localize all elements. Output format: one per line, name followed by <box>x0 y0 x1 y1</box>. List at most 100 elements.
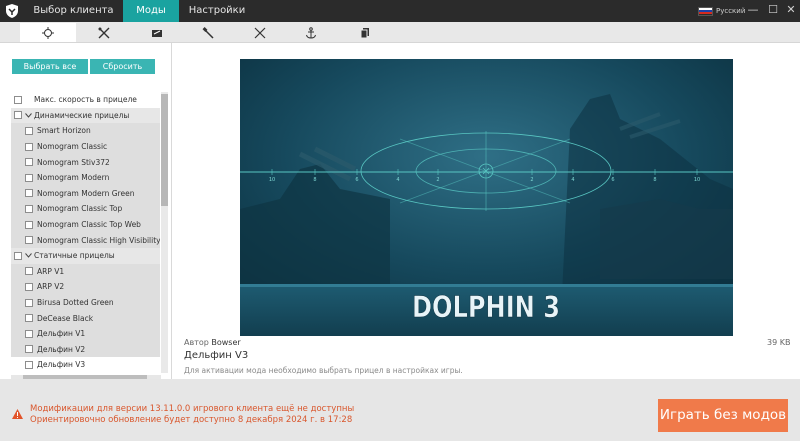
gauge-icon[interactable] <box>129 23 185 42</box>
checkbox[interactable] <box>25 314 33 323</box>
list-item[interactable]: Nomogram Modern Green <box>11 185 160 202</box>
warning-line-1: Модификации для версии 13.11.0.0 игровог… <box>30 404 355 414</box>
checkbox[interactable] <box>14 95 22 104</box>
checkbox[interactable] <box>25 158 33 167</box>
list-item[interactable]: Макс. скорость в прицеле <box>11 92 160 108</box>
minimize-button[interactable]: — <box>746 3 760 17</box>
list-item[interactable]: Дельфин V3 <box>11 357 160 373</box>
mods-list: Макс. скорость в прицеле Динамические при… <box>11 92 160 373</box>
scale-label: 2 <box>530 177 533 183</box>
checkbox[interactable] <box>25 298 33 307</box>
checkbox[interactable] <box>25 345 33 354</box>
reset-button[interactable]: Сбросить <box>90 59 155 74</box>
language-label: Русский <box>716 7 746 15</box>
list-item-label: Birusa Dotted Green <box>37 298 114 308</box>
list-item-label: Макс. скорость в прицеле <box>34 95 137 105</box>
tab-client-select[interactable]: Выбор клиента <box>24 0 123 22</box>
checkbox[interactable] <box>14 111 22 120</box>
files-icon[interactable] <box>337 23 393 42</box>
list-item-label: ARP V2 <box>37 282 65 292</box>
checkbox[interactable] <box>25 204 33 213</box>
list-item-label: Nomogram Stiv372 <box>37 157 110 167</box>
author-label: Автор <box>184 338 209 347</box>
checkbox[interactable] <box>25 329 33 338</box>
mod-preview-image: 10 8 6 4 2 2 4 6 8 10 DOLPHIN 3 <box>240 59 733 336</box>
scale-label: 10 <box>269 177 275 183</box>
list-item-label: Дельфин V1 <box>37 329 86 339</box>
list-group-row[interactable]: Статичные прицелы <box>11 248 160 264</box>
chevron-down-icon[interactable] <box>24 252 32 260</box>
list-item-label: Дельфин V3 <box>37 360 86 370</box>
crosshair-preview: 10 8 6 4 2 2 4 6 8 10 DOLPHIN 3 <box>240 59 733 336</box>
vertical-scrollbar[interactable] <box>161 92 168 373</box>
list-item-label: Динамические прицелы <box>34 110 130 120</box>
list-group-row[interactable]: Динамические прицелы <box>11 107 160 124</box>
close-button[interactable]: ✕ <box>784 3 798 17</box>
russian-flag-icon <box>698 6 713 16</box>
scale-label: 8 <box>313 177 316 183</box>
warning-line-2: Ориентировочно обновление будет доступно… <box>30 415 353 425</box>
list-item[interactable]: Birusa Dotted Green <box>11 294 160 311</box>
list-item[interactable]: Smart Horizon <box>11 123 160 139</box>
author-line: Автор Bowser <box>184 338 241 347</box>
list-item-label: Nomogram Classic Top <box>37 204 123 214</box>
crossed-swords-icon[interactable] <box>232 23 288 42</box>
select-all-button[interactable]: Выбрать все <box>12 59 88 74</box>
mod-name: Дельфин V3 <box>184 350 249 361</box>
crosshair-icon[interactable] <box>20 23 76 42</box>
list-item-label: ARP V1 <box>37 266 65 276</box>
scale-label: 10 <box>694 177 700 183</box>
anchor-icon[interactable] <box>283 23 339 42</box>
list-item-label: Nomogram Modern Green <box>37 188 135 198</box>
mod-hint: Для активации мода необходимо выбрать пр… <box>184 366 463 375</box>
tab-mods[interactable]: Моды <box>123 0 179 22</box>
checkbox[interactable] <box>25 267 33 276</box>
app-logo-icon <box>0 0 24 22</box>
list-item[interactable]: Nomogram Classic Top Web <box>11 216 160 233</box>
scale-label: 2 <box>436 177 439 183</box>
list-item-label: Smart Horizon <box>37 126 91 136</box>
author-name: Bowser <box>211 338 241 347</box>
checkbox[interactable] <box>14 251 22 260</box>
wrench-cross-icon[interactable] <box>76 23 132 42</box>
list-item-label: Nomogram Classic High Visibility <box>37 235 160 245</box>
language-selector[interactable]: Русский <box>698 4 745 18</box>
title-bar: Выбор клиента Моды Настройки Русский — ☐… <box>0 0 800 22</box>
category-toolbar <box>0 22 800 43</box>
list-item[interactable]: Nomogram Classic High Visibility <box>11 232 160 248</box>
list-item-label: Дельфин V2 <box>37 344 86 354</box>
scrollbar-thumb[interactable] <box>161 94 168 206</box>
hammer-icon[interactable] <box>180 23 236 42</box>
play-without-mods-button[interactable]: Играть без модов <box>658 399 788 432</box>
list-item-label: Статичные прицелы <box>34 251 115 261</box>
footer: Модификации для версии 13.11.0.0 игровог… <box>0 379 800 441</box>
mods-panel: Выбрать все Сбросить Макс. скорость в пр… <box>0 43 171 380</box>
list-item[interactable]: Nomogram Stiv372 <box>11 154 160 170</box>
checkbox[interactable] <box>25 236 33 245</box>
checkbox[interactable] <box>25 220 33 229</box>
checkbox[interactable] <box>25 126 33 135</box>
list-item-label: Nomogram Classic <box>37 142 108 152</box>
checkbox[interactable] <box>25 189 33 198</box>
list-item[interactable]: Nomogram Modern <box>11 170 160 186</box>
tab-settings[interactable]: Настройки <box>179 0 255 22</box>
maximize-button[interactable]: ☐ <box>766 3 780 17</box>
list-item-label: Nomogram Classic Top Web <box>37 220 141 230</box>
scale-label: 6 <box>611 177 614 183</box>
list-item[interactable]: DeCease Black <box>11 310 160 326</box>
list-item[interactable]: Дельфин V2 <box>11 341 160 358</box>
checkbox[interactable] <box>25 142 33 151</box>
checkbox[interactable] <box>25 173 33 182</box>
checkbox[interactable] <box>25 282 33 291</box>
list-item[interactable]: Nomogram Classic Top <box>11 201 160 217</box>
chevron-down-icon[interactable] <box>24 111 32 119</box>
mod-size: 39 KB <box>767 338 791 347</box>
list-item[interactable]: Дельфин V1 <box>11 326 160 342</box>
checkbox[interactable] <box>25 360 33 369</box>
scale-label: 4 <box>396 177 399 183</box>
list-item[interactable]: Nomogram Classic <box>11 138 160 155</box>
list-item[interactable]: ARP V2 <box>11 279 160 295</box>
list-item-label: DeCease Black <box>37 313 94 323</box>
list-item[interactable]: ARP V1 <box>11 263 160 280</box>
list-item-label: Nomogram Modern <box>37 173 110 183</box>
